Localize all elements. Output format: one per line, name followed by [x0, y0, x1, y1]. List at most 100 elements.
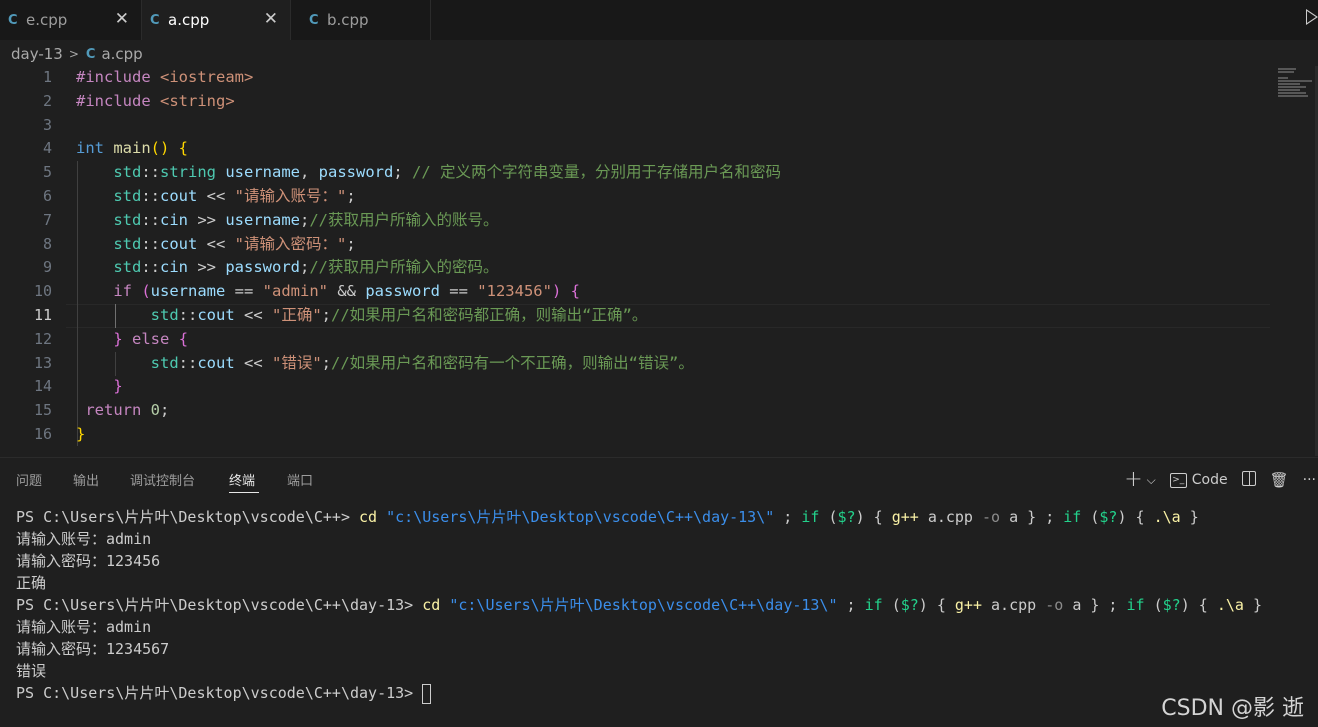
tab-e-cpp[interactable]: C e.cpp ✕	[0, 0, 142, 40]
breadcrumb-file[interactable]: a.cpp	[101, 45, 142, 63]
code-line[interactable]: std::string username, password; // 定义两个字…	[76, 161, 781, 185]
terminal-token: ) {	[1180, 596, 1217, 614]
chevron-down-icon[interactable]: ⌵	[1147, 473, 1156, 488]
code-token: <<	[197, 186, 235, 205]
terminal-profile-button[interactable]: >_ Code	[1169, 472, 1228, 488]
code-token: )	[551, 282, 562, 301]
code-line[interactable]: std::cin >> password;//获取用户所输入的密码。	[76, 256, 781, 280]
terminal-output[interactable]: PS C:\Users\片片叶\Desktop\vscode\C++> cd "…	[16, 506, 1262, 704]
trash-icon[interactable]: 🗑	[1270, 471, 1289, 489]
code-token: #include	[76, 91, 160, 110]
code-line[interactable]	[76, 114, 781, 138]
terminal-token: g++	[954, 596, 992, 614]
terminal-line: PS C:\Users\片片叶\Desktop\vscode\C++\day-1…	[16, 682, 1262, 704]
code-line[interactable]: #include <iostream>	[76, 66, 781, 90]
more-actions-icon[interactable]: ···	[1303, 472, 1316, 488]
code-lines[interactable]: #include <iostream> #include <string> int…	[76, 66, 781, 447]
code-token: ()	[150, 139, 179, 158]
line-number: 5	[42, 163, 52, 182]
tab-problems[interactable]: 问题	[16, 470, 42, 489]
code-token: std	[150, 353, 179, 372]
breadcrumb-folder[interactable]: day-13	[11, 45, 63, 63]
code-token: "请输入密码："	[234, 234, 347, 253]
line-number: 12	[33, 329, 52, 348]
tab-b-cpp[interactable]: C b.cpp	[291, 0, 431, 40]
code-token: ;	[160, 401, 170, 420]
tab-a-cpp[interactable]: C a.cpp ✕	[142, 0, 291, 40]
code-token: ==	[439, 282, 478, 301]
code-token: ;	[393, 163, 412, 182]
code-line[interactable]: } else {	[76, 328, 781, 352]
code-line[interactable]: return 0;	[76, 399, 781, 423]
code-token: #include	[76, 68, 160, 86]
code-editor[interactable]: 1 2 3 4 5 6 7 8 9 10 11 12 13 14 15 16 #include <iostre…	[0, 66, 1318, 456]
line-number: 10	[33, 282, 52, 301]
line-number: 8	[42, 234, 52, 253]
close-icon[interactable]: ✕	[264, 9, 278, 29]
tab-terminal[interactable]: 终端	[229, 470, 255, 489]
terminal-token: a.cpp	[991, 596, 1046, 614]
code-line[interactable]: std::cout << "正确";//如果用户名和密码都正确，则输出“正确”。	[76, 304, 781, 328]
code-line[interactable]: }	[76, 423, 781, 447]
terminal-line: 正确	[16, 572, 1262, 594]
code-token: ::	[178, 353, 198, 372]
code-line[interactable]: }	[76, 375, 781, 399]
terminal-token: g++	[891, 508, 928, 526]
terminal-token: if	[1063, 508, 1091, 526]
cpp-file-icon: C	[8, 12, 18, 28]
line-number: 2	[42, 91, 52, 110]
code-token: //获取用户所输入的密码。	[309, 258, 499, 277]
terminal-token: 正确	[16, 574, 47, 592]
code-token: "正确"	[271, 305, 322, 324]
code-token: ::	[141, 234, 160, 253]
code-token: std	[113, 234, 142, 253]
code-line[interactable]: if (username == "admin" && password == "…	[76, 280, 781, 304]
terminal-line: 请输入账号：admin	[16, 528, 1262, 550]
code-token: std	[113, 186, 142, 205]
code-token: <string>	[160, 91, 235, 110]
line-number-gutter: 1 2 3 4 5 6 7 8 9 10 11 12 13 14 15 16	[0, 66, 52, 447]
split-terminal-icon[interactable]	[1241, 470, 1256, 490]
terminal-icon: >_	[1169, 472, 1187, 488]
code-line[interactable]: int main() {	[76, 137, 781, 161]
tab-debug-console[interactable]: 调试控制台	[130, 470, 195, 489]
terminal-token: a.cpp	[927, 508, 982, 526]
terminal-cursor[interactable]	[422, 683, 432, 704]
close-icon[interactable]: ✕	[115, 9, 129, 29]
minimap[interactable]	[1278, 68, 1318, 102]
code-token: <<	[197, 234, 235, 253]
terminal-token: $?	[1099, 508, 1118, 526]
terminal-line: PS C:\Users\片片叶\Desktop\vscode\C++\day-1…	[16, 594, 1262, 616]
new-terminal-icon[interactable]: +	[1124, 469, 1142, 491]
code-token: {	[570, 282, 580, 301]
terminal-token: ;	[837, 596, 865, 614]
run-icon[interactable]	[1306, 9, 1318, 25]
terminal-token: 错误	[16, 662, 47, 680]
code-token: //如果用户名和密码都正确，则输出“正确”。	[331, 305, 648, 324]
tab-ports[interactable]: 端口	[287, 470, 313, 489]
code-token: cin	[160, 210, 188, 229]
code-line[interactable]: std::cout << "请输入密码：";	[76, 233, 781, 257]
code-line[interactable]: std::cin >> username;//获取用户所输入的账号。	[76, 209, 781, 233]
code-token: ;	[299, 210, 310, 229]
code-line[interactable]: #include <string>	[76, 90, 781, 114]
code-token: ;	[321, 305, 331, 324]
tab-output[interactable]: 输出	[73, 470, 99, 489]
code-token: >>	[188, 210, 226, 229]
cpp-file-icon: C	[85, 46, 96, 62]
line-number: 14	[33, 377, 52, 396]
code-line[interactable]: std::cout << "错误";//如果用户名和密码有一个不正确，则输出“错…	[76, 352, 781, 376]
terminal-token: cd	[422, 596, 450, 614]
code-token: password	[225, 258, 300, 277]
code-line[interactable]: std::cout << "请输入账号：";	[76, 185, 781, 209]
cpp-file-icon: C	[150, 12, 160, 28]
code-token: password	[318, 163, 394, 182]
code-token: //获取用户所输入的账号。	[309, 210, 499, 229]
code-token: main	[113, 139, 151, 158]
